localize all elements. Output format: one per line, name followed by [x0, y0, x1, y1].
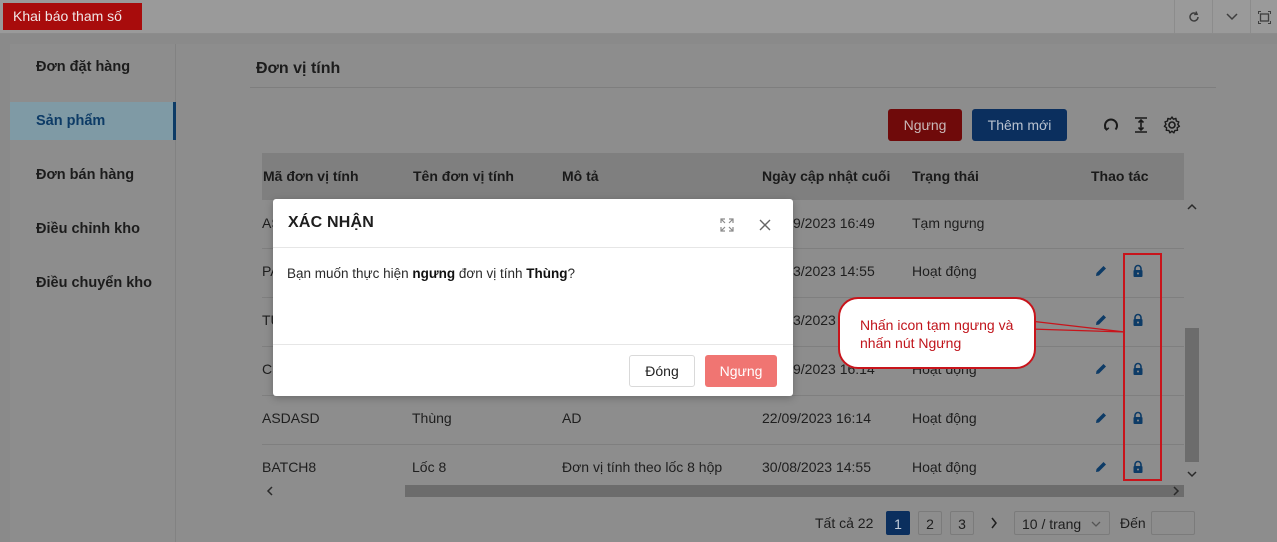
sidebar-item-don-dat-hang[interactable]: Đơn đặt hàng — [10, 48, 176, 86]
message-prefix: Bạn muốn thực hiện — [287, 266, 413, 281]
sidebar-item-dieu-chinh-kho[interactable]: Điều chỉnh kho — [10, 210, 176, 248]
dialog-message: Bạn muốn thực hiện ngưng đơn vị tính Thù… — [287, 266, 575, 281]
edit-icon[interactable] — [1094, 362, 1108, 376]
total-count: Tất cả 22 — [815, 515, 874, 531]
cell-updated: 22/09/2023 16:14 — [762, 410, 871, 426]
cell-status: Hoạt động — [912, 459, 977, 475]
title-divider — [250, 87, 1216, 88]
column-header-name[interactable]: Tên đơn vị tính — [413, 168, 514, 184]
dialog-confirm-stop-button[interactable]: Ngưng — [705, 355, 777, 387]
page-size-select[interactable]: 10 / trang — [1014, 511, 1110, 535]
scroll-down-icon[interactable] — [1187, 470, 1197, 478]
page-title: Đơn vị tính — [256, 60, 341, 77]
column-header-actions: Thao tác — [1091, 168, 1149, 184]
refresh-icon[interactable] — [1174, 0, 1212, 34]
chevron-down-icon[interactable] — [1212, 0, 1250, 34]
top-bar — [0, 0, 1277, 34]
column-header-description[interactable]: Mô tả — [562, 168, 599, 184]
message-middle: đơn vị tính — [455, 266, 527, 281]
cell-updated: 30/08/2023 14:55 — [762, 459, 871, 475]
column-header-status[interactable]: Trạng thái — [912, 168, 979, 184]
cell-code: C — [262, 361, 273, 377]
sidebar-item-dieu-chuyen-kho[interactable]: Điều chuyển kho — [10, 264, 176, 302]
scroll-right-icon[interactable] — [1172, 486, 1180, 496]
dialog-footer-divider — [273, 344, 793, 345]
table-header — [262, 153, 1184, 200]
add-new-button[interactable]: Thêm mới — [972, 109, 1067, 141]
dialog-header-divider — [273, 247, 793, 248]
horizontal-scroll-thumb[interactable] — [405, 485, 1184, 497]
cell-updated: 9/2023 16:49 — [793, 215, 875, 231]
settings-gear-icon[interactable] — [1161, 114, 1183, 136]
goto-page-input[interactable] — [1151, 511, 1195, 535]
stop-button[interactable]: Ngưng — [888, 109, 962, 141]
cell-description: Đơn vị tính theo lốc 8 hộp — [562, 459, 723, 475]
fullscreen-icon[interactable] — [720, 218, 734, 232]
reload-icon[interactable] — [1100, 114, 1122, 136]
message-suffix: ? — [567, 266, 576, 281]
page-3-button[interactable]: 3 — [950, 511, 974, 535]
maximize-icon[interactable] — [1250, 0, 1277, 34]
message-action: ngưng — [412, 266, 456, 281]
annotation-pointer — [1030, 320, 1126, 333]
page-size-value: 10 / trang — [1022, 516, 1082, 532]
cell-name: Lốc 8 — [412, 459, 447, 475]
vertical-scroll-thumb[interactable] — [1185, 328, 1199, 462]
page-1-button[interactable]: 1 — [886, 511, 910, 535]
column-header-updated[interactable]: Ngày cập nhật cuối — [762, 168, 890, 184]
goto-label: Đến — [1120, 515, 1146, 531]
sidebar-item-don-ban-hang[interactable]: Đơn bán hàng — [10, 156, 176, 194]
dialog-title: XÁC NHẬN — [288, 214, 375, 231]
cell-name: Thùng — [412, 410, 452, 426]
edit-icon[interactable] — [1094, 460, 1108, 474]
chevron-down-icon — [1091, 521, 1101, 527]
dialog-close-button[interactable]: Đóng — [629, 355, 695, 387]
sidebar-item-san-pham[interactable]: Sản phẩm — [10, 102, 176, 140]
close-icon[interactable] — [758, 218, 772, 232]
scroll-up-icon[interactable] — [1187, 203, 1197, 211]
column-header-code[interactable]: Mã đơn vị tính — [263, 168, 359, 184]
cell-description: AD — [562, 410, 582, 426]
annotation-highlight-box — [1123, 253, 1162, 481]
scroll-left-icon[interactable] — [266, 486, 274, 496]
edit-icon[interactable] — [1094, 264, 1108, 278]
cell-status: Tạm ngưng — [912, 215, 985, 231]
sidebar: Đơn đặt hàng Sản phẩm Đơn bán hàng Điều … — [10, 44, 176, 542]
next-page-icon[interactable] — [982, 511, 1006, 535]
annotation-text: Nhấn icon tạm ngưng và nhấn nút Ngưng — [860, 317, 1014, 351]
cell-status: Hoạt động — [912, 263, 977, 279]
cell-code: ASDASD — [262, 410, 320, 426]
table-row[interactable] — [262, 396, 1184, 445]
message-target: Thùng — [526, 266, 568, 281]
edit-icon[interactable] — [1094, 411, 1108, 425]
cell-code: BATCH8 — [262, 459, 317, 475]
module-tab[interactable]: Khai báo tham số — [3, 3, 142, 30]
page-2-button[interactable]: 2 — [918, 511, 942, 535]
cell-updated: 3/2023 14:55 — [793, 263, 875, 279]
cell-status: Hoạt động — [912, 410, 977, 426]
column-height-icon[interactable] — [1130, 114, 1152, 136]
